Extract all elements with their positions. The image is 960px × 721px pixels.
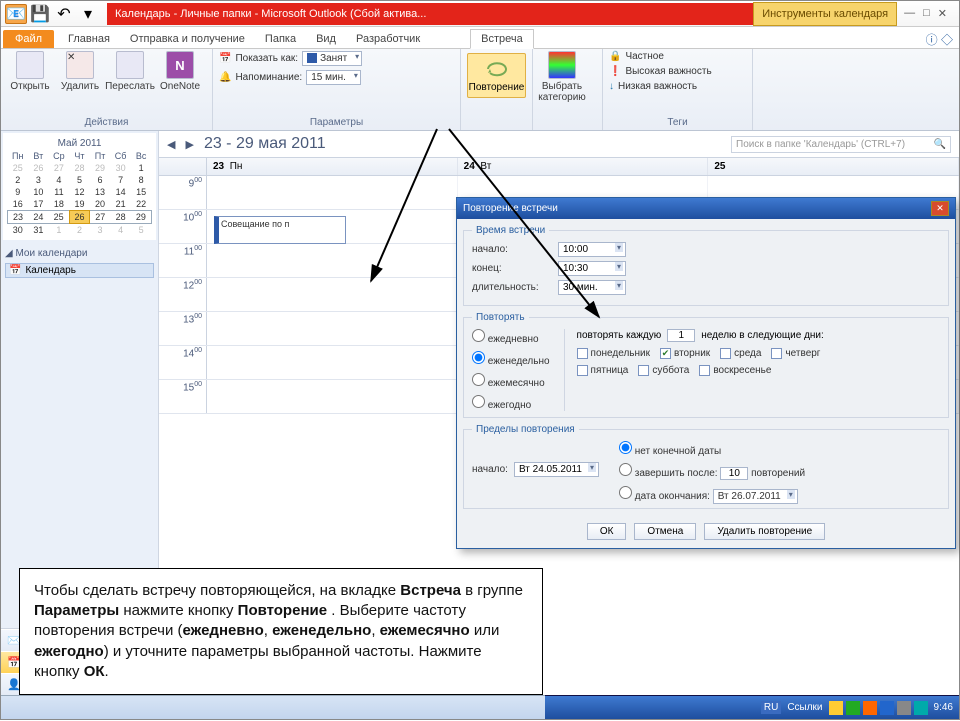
instruction-callout: Чтобы сделать встречу повторяющейся, на …: [19, 568, 543, 695]
minimize-icon[interactable]: —: [904, 7, 915, 20]
day-header[interactable]: 24 Вт: [458, 158, 709, 175]
tab-developer[interactable]: Разработчик: [346, 30, 430, 48]
appointment-block[interactable]: Совещание по п: [214, 216, 346, 244]
lock-icon: 🔒: [609, 51, 621, 62]
delete-button[interactable]: ✕Удалить: [57, 51, 103, 92]
fri-check[interactable]: пятница: [577, 365, 629, 376]
no-end-radio[interactable]: нет конечной даты: [619, 441, 805, 457]
prev-week-button[interactable]: ◀: [167, 138, 175, 151]
my-calendars-caption[interactable]: ◢ Мои календари: [5, 248, 154, 261]
ribbon: Открыть ✕Удалить Переслать NOneNote Дейс…: [1, 49, 959, 131]
windows-taskbar: RU Ссылки 9:46: [545, 695, 959, 719]
category-icon: [548, 51, 576, 79]
tab-sendreceive[interactable]: Отправка и получение: [120, 30, 255, 48]
occurrences-input[interactable]: [720, 467, 748, 480]
qat-save-icon[interactable]: 💾: [29, 4, 51, 24]
calendar-item[interactable]: 📅Календарь: [5, 263, 154, 278]
reminder-combo[interactable]: 15 мин.: [306, 70, 361, 85]
private-label[interactable]: Частное: [625, 51, 663, 62]
onenote-button[interactable]: NOneNote: [157, 51, 203, 92]
end-by-radio[interactable]: дата окончания: Вт 26.07.2011: [619, 486, 805, 502]
end-after-radio[interactable]: завершить после: повторений: [619, 463, 805, 480]
high-importance-icon: ❗: [609, 66, 621, 77]
bell-icon: 🔔: [219, 72, 231, 83]
recurrence-icon: [483, 58, 511, 80]
links-label[interactable]: Ссылки: [787, 702, 822, 713]
forward-icon: [116, 51, 144, 79]
delete-icon: ✕: [66, 51, 94, 79]
time-fieldset-legend: Время встречи: [472, 225, 549, 236]
reminder-label: Напоминание:: [235, 72, 302, 83]
categorize-button[interactable]: Выбрать категорию: [539, 51, 585, 103]
window-title-bar: Календарь - Личные папки - Microsoft Out…: [107, 3, 896, 25]
end-time-combo[interactable]: 10:30: [558, 261, 626, 276]
day-header[interactable]: 25: [708, 158, 959, 175]
yearly-radio[interactable]: ежегодно: [472, 395, 550, 411]
qat-undo-icon[interactable]: ↶: [53, 4, 75, 24]
tab-folder[interactable]: Папка: [255, 30, 306, 48]
show-as-combo[interactable]: Занят: [302, 51, 362, 66]
date-range: 23 - 29 мая 2011: [204, 135, 326, 153]
window-title: Календарь - Личные папки - Microsoft Out…: [115, 8, 426, 20]
recurrence-dialog: Повторение встречи✕ Время встречи начало…: [456, 197, 956, 549]
outlook-icon[interactable]: 📧: [5, 4, 27, 24]
range-start-combo[interactable]: Вт 24.05.2011: [514, 462, 599, 477]
remove-recurrence-button[interactable]: Удалить повторение: [704, 523, 825, 540]
onenote-icon: N: [166, 51, 194, 79]
dialog-close-button[interactable]: ✕: [931, 201, 949, 216]
tab-meeting[interactable]: Встреча: [470, 29, 534, 49]
file-tab[interactable]: Файл: [3, 30, 54, 48]
pattern-fieldset-legend: Повторять: [472, 312, 529, 323]
daily-radio[interactable]: ежедневно: [472, 329, 550, 345]
qat-dropdown-icon[interactable]: ▾: [77, 4, 99, 24]
every-n-input[interactable]: [667, 329, 695, 342]
help-icon[interactable]: ⓘ ◇: [926, 31, 959, 48]
month-title: Май 2011: [7, 137, 152, 150]
tab-home[interactable]: Главная: [58, 30, 120, 48]
window-controls: — □ ✕: [896, 7, 955, 20]
date-navigator[interactable]: Май 2011 ПнВтСрЧтПтСбВс 2526272829301 23…: [3, 133, 156, 240]
system-tray[interactable]: [829, 701, 928, 715]
mon-check[interactable]: понедельник: [577, 348, 650, 359]
search-icon: 🔍: [934, 139, 946, 150]
ok-button[interactable]: ОК: [587, 523, 627, 540]
clock: 9:46: [934, 702, 953, 713]
quick-access-toolbar: 📧 💾 ↶ ▾ Календарь - Личные папки - Micro…: [1, 1, 959, 27]
group-actions-label: Действия: [7, 117, 206, 130]
high-importance-label[interactable]: Высокая важность: [625, 66, 711, 77]
group-options-label: Параметры: [219, 117, 454, 130]
monthly-radio[interactable]: ежемесячно: [472, 373, 550, 389]
calendar-icon: 📅: [9, 265, 21, 276]
tab-view[interactable]: Вид: [306, 30, 346, 48]
maximize-icon[interactable]: □: [923, 7, 930, 20]
open-button[interactable]: Открыть: [7, 51, 53, 92]
start-time-combo[interactable]: 10:00: [558, 242, 626, 257]
end-by-combo[interactable]: Вт 26.07.2011: [713, 489, 798, 504]
open-folder-icon: [16, 51, 44, 79]
group-tags-label: Теги: [609, 117, 746, 130]
thu-check[interactable]: четверг: [771, 348, 820, 359]
search-input[interactable]: Поиск в папке 'Календарь' (CTRL+7)🔍: [731, 136, 951, 153]
lang-indicator[interactable]: RU: [761, 701, 781, 714]
range-fieldset-legend: Пределы повторения: [472, 424, 579, 435]
close-icon[interactable]: ✕: [938, 7, 947, 20]
sat-check[interactable]: суббота: [638, 365, 689, 376]
low-importance-label[interactable]: Низкая важность: [618, 81, 697, 92]
cancel-button[interactable]: Отмена: [634, 523, 696, 540]
day-header[interactable]: 23 Пн: [207, 158, 458, 175]
contextual-tab-label: Инструменты календаря: [753, 2, 897, 26]
calendar-mini-icon: 📅: [219, 53, 231, 64]
forward-button[interactable]: Переслать: [107, 51, 153, 92]
ribbon-tabs: Файл Главная Отправка и получение Папка …: [1, 27, 959, 49]
sun-check[interactable]: воскресенье: [699, 365, 771, 376]
tue-check[interactable]: ✔вторник: [660, 348, 710, 359]
duration-combo[interactable]: 30 мин.: [558, 280, 626, 295]
recurrence-button[interactable]: Повторение: [467, 53, 526, 98]
show-as-label: Показать как:: [235, 53, 298, 64]
next-week-button[interactable]: ▶: [185, 138, 193, 151]
dialog-title: Повторение встречи: [463, 203, 558, 214]
weekly-radio[interactable]: еженедельно: [472, 351, 550, 367]
wed-check[interactable]: среда: [720, 348, 761, 359]
low-importance-icon: ↓: [609, 81, 614, 92]
